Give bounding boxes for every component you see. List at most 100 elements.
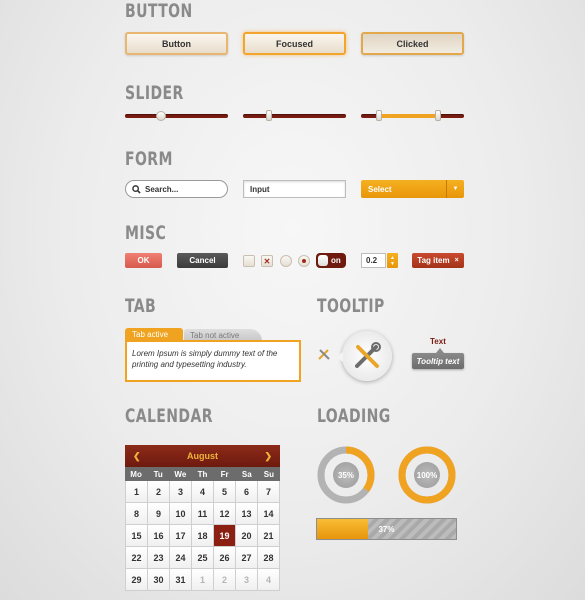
tab-content-panel: Lorem Ipsum is simply dummy text of the … [125,340,301,382]
calendar-day[interactable]: 4 [258,569,279,590]
weekday-label: Mo [130,469,142,479]
calendar-day[interactable]: 10 [170,503,191,524]
calendar-day[interactable]: 7 [258,481,279,502]
calendar-day[interactable]: 13 [236,503,257,524]
slider-2[interactable] [243,110,346,121]
check-x-icon: ✕ [263,256,271,266]
tooltip-box: Tooltip text [412,353,464,369]
tooltip-bubble-pointer [336,352,343,362]
calendar-day[interactable]: 6 [236,481,257,502]
calendar-day[interactable]: 1 [126,481,147,502]
radio-dot [302,259,306,263]
calendar: ❮ August ❯ Mo Tu We Th Fr Sa Su 1 2 3 4 5 6 7 8 9 10 11 1… [125,445,280,591]
calendar-day[interactable]: 28 [258,547,279,568]
tag-item[interactable]: Tag item × [412,253,464,268]
chevron-down-icon[interactable]: ▼ [446,180,464,198]
calendar-day[interactable]: 25 [192,547,213,568]
stepper-value: 0.2 [366,256,378,265]
toggle-knob [318,255,328,266]
calendar-month: August [187,451,218,461]
weekday-label: Th [197,469,208,479]
calendar-day[interactable]: 14 [258,503,279,524]
ok-button[interactable]: OK [125,253,162,268]
calendar-day[interactable]: 20 [236,525,257,546]
slider-section-title: SLIDER [125,82,184,104]
calendar-day[interactable]: 9 [148,503,169,524]
misc-section-title: MISC [125,222,167,244]
stepper-buttons[interactable]: ▲ ▼ [387,253,398,268]
focused-button[interactable]: Focused [243,32,346,55]
calendar-day[interactable]: 3 [236,569,257,590]
search-placeholder: Search... [145,184,179,194]
stepper-down-icon[interactable]: ▼ [390,261,395,267]
tab-inactive-label: Tab not active [190,330,240,340]
weekday-label: Tu [153,469,163,479]
tab-active-label: Tab active [132,330,169,339]
progress-bar: 37% [316,518,457,540]
calendar-day[interactable]: 1 [192,569,213,590]
slider-1-knob[interactable] [156,111,167,121]
tag-remove-icon[interactable]: × [455,257,459,264]
search-input[interactable]: Search... [125,180,228,198]
calendar-day[interactable]: 23 [148,547,169,568]
button-section-title: BUTTON [125,0,193,22]
calendar-day[interactable]: 2 [214,569,235,590]
slider-2-knob[interactable] [265,110,272,121]
next-month-icon[interactable]: ❯ [264,451,272,462]
progress-ring-100-label: 100% [414,462,440,488]
calendar-section-title: CALENDAR [125,405,213,427]
number-stepper-input[interactable]: 0.2 [361,253,386,268]
calendar-day[interactable]: 22 [126,547,147,568]
slider-1[interactable] [125,111,228,121]
text-input[interactable]: Input [243,180,346,198]
toggle-label: on [331,256,341,265]
clicked-button[interactable]: Clicked [361,32,464,55]
calendar-day[interactable]: 18 [192,525,213,546]
calendar-day[interactable]: 29 [126,569,147,590]
toggle-switch[interactable]: on [316,253,346,268]
calendar-day[interactable]: 8 [126,503,147,524]
calendar-day[interactable]: 24 [170,547,191,568]
select-dropdown[interactable]: Select ▼ [361,180,464,198]
calendar-day[interactable]: 27 [236,547,257,568]
calendar-day-selected[interactable]: 19 [214,525,235,546]
weekday-label: Su [263,469,275,479]
loading-section-title: LOADING [317,405,391,427]
checkbox-checked[interactable]: ✕ [261,255,273,267]
calendar-day[interactable]: 26 [214,547,235,568]
range-slider-min-knob[interactable] [375,110,382,121]
calendar-day[interactable]: 4 [192,481,213,502]
calendar-header: ❮ August ❯ [125,445,280,467]
tooltip-bubble [342,331,392,381]
range-slider-max-knob[interactable] [435,110,442,121]
calendar-day[interactable]: 30 [148,569,169,590]
range-slider-fill [378,114,439,118]
prev-month-icon[interactable]: ❮ [133,451,141,462]
calendar-day[interactable]: 2 [148,481,169,502]
checkbox-unchecked[interactable] [243,255,255,267]
radio-checked[interactable] [298,255,310,267]
tools-small-icon[interactable] [318,348,330,360]
weekday-label: Fr [220,469,229,479]
calendar-day[interactable]: 11 [192,503,213,524]
search-icon [132,184,141,194]
form-section-title: FORM [125,148,173,170]
calendar-day[interactable]: 3 [170,481,191,502]
weekday-label: Sa [241,469,252,479]
tab-content-text: Lorem Ipsum is simply dummy text of the … [132,349,278,369]
calendar-day[interactable]: 15 [126,525,147,546]
tooltip-trigger-text[interactable]: Text [430,337,446,346]
calendar-day[interactable]: 16 [148,525,169,546]
calendar-day[interactable]: 5 [214,481,235,502]
tools-icon [355,342,381,368]
calendar-days: 1 2 3 4 5 6 7 8 9 10 11 12 13 14 15 16 17 18 19 20 21 22 23 24 2… [125,481,280,591]
radio-unchecked[interactable] [280,255,292,267]
calendar-day[interactable]: 31 [170,569,191,590]
range-slider[interactable] [361,110,464,121]
calendar-day[interactable]: 12 [214,503,235,524]
calendar-day[interactable]: 17 [170,525,191,546]
normal-button[interactable]: Button [125,32,228,55]
calendar-day[interactable]: 21 [258,525,279,546]
progress-ring-35-label: 35% [333,462,359,488]
cancel-button[interactable]: Cancel [177,253,228,268]
